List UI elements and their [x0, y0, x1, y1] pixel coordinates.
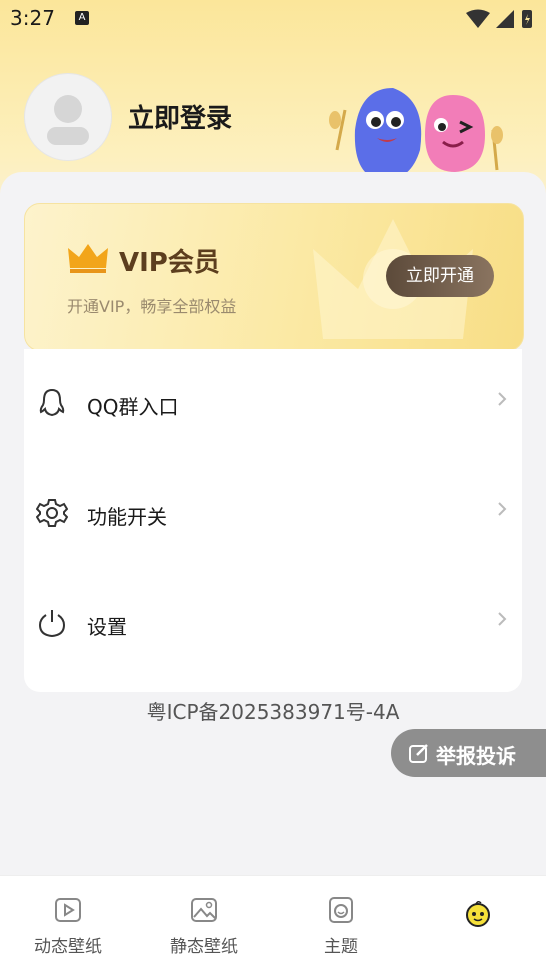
status-time: 3:27 [10, 6, 55, 30]
menu-item-label: QQ群入口 [87, 395, 179, 419]
default-avatar-icon [47, 95, 89, 145]
report-button[interactable]: 举报投诉 [391, 729, 546, 777]
tab-profile[interactable] [410, 876, 546, 973]
status-bar: 3:27 A [0, 0, 546, 38]
chevron-right-icon [498, 612, 507, 626]
mascot-illustration [329, 88, 503, 181]
crown-icon [68, 244, 108, 273]
tab-dynamic-wallpaper[interactable]: 动态壁纸 [0, 876, 136, 973]
tab-label: 静态壁纸 [170, 937, 238, 957]
menu-item-settings[interactable]: 设置 [24, 569, 522, 679]
menu-item-label: 设置 [87, 615, 127, 639]
chevron-right-icon [498, 502, 507, 516]
tab-label: 主题 [324, 937, 358, 957]
vip-card[interactable]: VIP会员 开通VIP，畅享全部权益 立即开通 [24, 203, 524, 351]
status-icons [466, 9, 532, 28]
wifi-icon [466, 9, 490, 28]
menu-item-qq-group[interactable]: QQ群入口 [24, 349, 522, 459]
qq-icon [39, 388, 65, 417]
theme-icon [329, 897, 353, 923]
gear-icon [36, 499, 68, 527]
menu-item-label: 功能开关 [87, 505, 167, 529]
notification-icon: A [75, 11, 89, 25]
chevron-right-icon [498, 392, 507, 406]
mascot-profile-icon [466, 900, 490, 927]
image-wallpaper-icon [191, 898, 217, 922]
bottom-tab-bar: 动态壁纸 静态壁纸 主题 [0, 875, 546, 973]
tab-label: 动态壁纸 [34, 937, 102, 957]
report-label: 举报投诉 [436, 744, 516, 768]
vip-subtitle: 开通VIP，畅享全部权益 [67, 297, 237, 316]
video-wallpaper-icon [55, 898, 81, 922]
tab-theme[interactable]: 主题 [273, 876, 409, 973]
edit-icon [409, 744, 428, 763]
signal-icon [496, 10, 514, 28]
menu-list: QQ群入口 功能开关 设置 [24, 349, 522, 692]
icp-license: 粤ICP备2025383971号-4A [146, 700, 400, 724]
tab-static-wallpaper[interactable]: 静态壁纸 [136, 876, 272, 973]
vip-title: VIP会员 [119, 248, 220, 278]
power-icon [38, 610, 66, 638]
avatar[interactable] [24, 73, 112, 161]
open-vip-button[interactable]: 立即开通 [386, 255, 494, 297]
menu-item-feature-switch[interactable]: 功能开关 [24, 459, 522, 569]
login-link[interactable]: 立即登录 [128, 98, 232, 135]
